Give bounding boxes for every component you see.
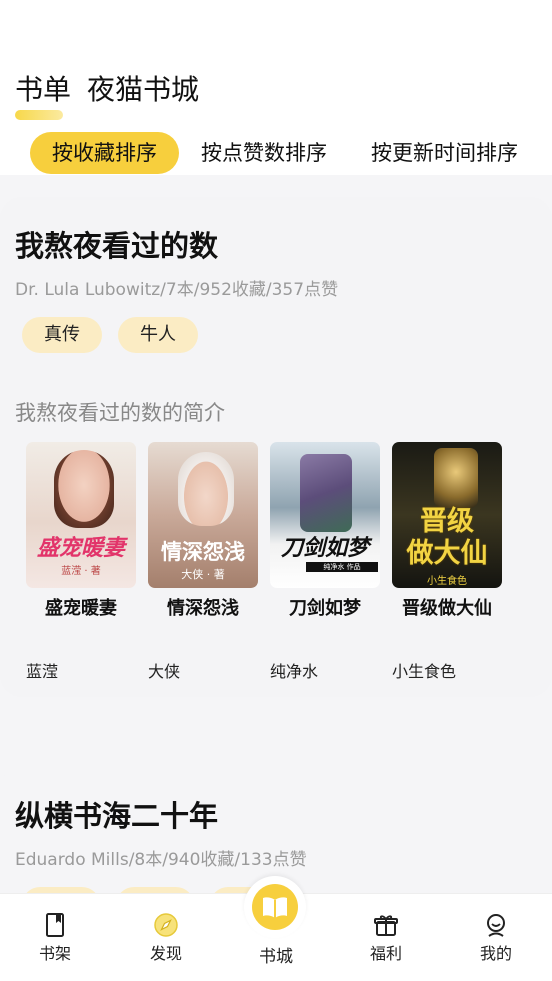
tag-list: 真传 牛人: [22, 317, 198, 353]
nav-discover[interactable]: 发现: [136, 912, 196, 964]
nav-welfare[interactable]: 福利: [356, 912, 416, 964]
top-tabs: 书单 夜猫书城: [15, 72, 199, 120]
open-book-icon: [263, 897, 287, 918]
booklist-intro: 我熬夜看过的数的简介: [15, 401, 225, 425]
sort-by-favorites[interactable]: 按收藏排序: [30, 132, 179, 174]
booklist-content: 我熬夜看过的数 Dr. Lula Lubowitz/7本/952收藏/357点赞…: [0, 175, 552, 893]
book-author: 大侠: [148, 662, 181, 681]
nav-mine-label: 我的: [479, 944, 512, 963]
booklist-card[interactable]: 我熬夜看过的数 Dr. Lula Lubowitz/7本/952收藏/357点赞…: [0, 197, 552, 697]
book-cover: 情深怨浅 大侠 · 著: [148, 442, 258, 588]
book-name: 晋级做大仙: [402, 598, 492, 619]
booklist-title: 我熬夜看过的数: [15, 229, 219, 263]
book-author: 蓝滢: [26, 662, 59, 681]
cover-author: 蓝滢 · 著: [61, 566, 101, 577]
sort-by-likes[interactable]: 按点赞数排序: [179, 132, 349, 174]
book-list: 盛宠暖妻 蓝滢 · 著 盛宠暖妻 蓝滢 情深怨浅 大侠 · 著 情深怨浅 大侠 …: [26, 442, 503, 682]
profile-icon: [487, 914, 505, 937]
nav-store[interactable]: [244, 876, 306, 938]
sort-by-update-time[interactable]: 按更新时间排序: [349, 132, 540, 174]
store-icon-bg: [252, 884, 298, 930]
nav-shelf-label: 书架: [38, 944, 71, 963]
book-author: 纯净水: [270, 662, 319, 681]
tab-booklist[interactable]: 书单: [15, 72, 71, 120]
book-item[interactable]: 情深怨浅 大侠 · 著 情深怨浅 大侠: [148, 442, 259, 682]
tag[interactable]: 牛人: [118, 317, 198, 353]
nav-shelf[interactable]: 书架: [25, 912, 85, 964]
nav-mine[interactable]: 我的: [466, 912, 526, 964]
book-item[interactable]: 晋级 做大仙 小生食色 晋级做大仙 小生食色: [392, 442, 503, 682]
book-cover: 晋级 做大仙 小生食色: [392, 442, 502, 588]
cover-author: 大侠 · 著: [181, 568, 225, 581]
cover-title: 盛宠暖妻: [36, 536, 125, 561]
cover-title: 刀剑如梦: [280, 536, 369, 561]
gift-icon: [374, 915, 398, 936]
cover-illustration: [54, 450, 114, 528]
booklist-meta: Eduardo Mills/8本/940收藏/133点赞: [15, 850, 307, 870]
cover-title: 情深怨浅: [161, 540, 245, 564]
book-item[interactable]: 刀剑如梦 纯净水 作品 刀剑如梦 纯净水: [270, 442, 381, 682]
nav-discover-label: 发现: [149, 944, 182, 963]
tab-night-cat-store[interactable]: 夜猫书城: [87, 72, 199, 108]
cover-illustration: [300, 454, 352, 532]
book-name: 刀剑如梦: [289, 598, 361, 619]
cover-author: 纯净水 作品: [306, 562, 378, 572]
booklist-title: 纵横书海二十年: [15, 799, 219, 833]
booklist-card[interactable]: 纵横书海二十年 Eduardo Mills/8本/940收藏/133点赞: [0, 767, 552, 893]
compass-icon: [154, 913, 178, 937]
book-name: 情深怨浅: [167, 598, 239, 619]
cover-author: 小生食色: [427, 576, 467, 587]
book-item[interactable]: 盛宠暖妻 蓝滢 · 著 盛宠暖妻 蓝滢: [26, 442, 137, 682]
book-cover: 盛宠暖妻 蓝滢 · 著: [26, 442, 136, 588]
booklist-meta: Dr. Lula Lubowitz/7本/952收藏/357点赞: [15, 280, 339, 300]
tag[interactable]: 真传: [22, 317, 102, 353]
cover-illustration: [434, 448, 478, 508]
book-author: 小生食色: [392, 662, 457, 681]
book-icon: [46, 913, 64, 937]
cover-title: 晋级 做大仙: [406, 506, 488, 569]
book-cover: 刀剑如梦 纯净水 作品: [270, 442, 380, 588]
nav-store-label: 书城: [259, 947, 293, 967]
book-name: 盛宠暖妻: [45, 598, 117, 619]
nav-welfare-label: 福利: [369, 944, 402, 963]
cover-illustration: [178, 452, 234, 526]
sort-options: 按收藏排序 按点赞数排序 按更新时间排序: [30, 132, 552, 174]
